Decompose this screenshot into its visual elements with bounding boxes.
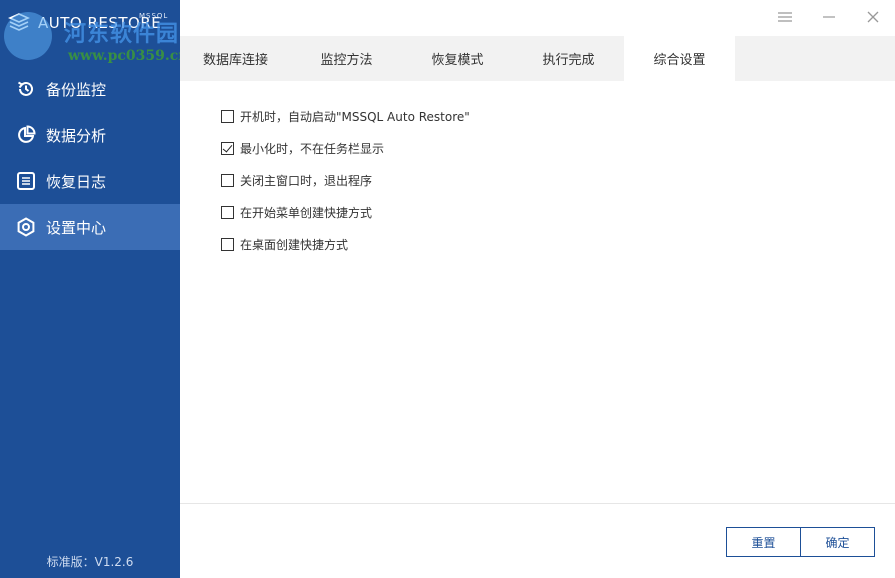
close-icon [867,11,879,23]
tab-db-connection[interactable]: 数据库连接 [180,36,291,81]
ok-button[interactable]: 确定 [800,527,875,557]
close-button[interactable] [851,0,895,34]
option-label: 在桌面创建快捷方式 [240,237,349,252]
tab-execution-complete[interactable]: 执行完成 [513,36,624,81]
app-logo: AUTO RESTORE MSSQL [8,8,167,38]
hide-taskbar-checkbox[interactable] [221,141,234,155]
option-autostart[interactable]: 开机时，自动启动"MSSQL Auto Restore" [221,107,470,125]
sidebar: AUTO RESTORE MSSQL 河东软件园 www.pc0359.cn 备… [0,0,188,578]
gear-icon [16,217,36,237]
option-desktop-shortcut[interactable]: 在桌面创建快捷方式 [221,235,348,253]
option-exit-on-close[interactable]: 关闭主窗口时，退出程序 [221,171,372,189]
exit-on-close-checkbox[interactable] [221,173,234,187]
tab-general-settings[interactable]: 综合设置 [624,36,735,81]
option-label: 开机时，自动启动"MSSQL Auto Restore" [240,109,470,124]
sidebar-nav: 备份监控 数据分析 恢复日志 设置中心 [0,66,180,250]
sidebar-item-data-analysis[interactable]: 数据分析 [0,112,180,158]
start-menu-shortcut-checkbox[interactable] [221,205,234,219]
settings-tabs: 数据库连接 监控方法 恢复模式 执行完成 综合设置 [180,36,895,81]
database-layers-icon [8,13,30,31]
option-label: 在开始菜单创建快捷方式 [240,205,373,220]
reset-button[interactable]: 重置 [726,527,801,557]
watermark-url: www.pc0359.cn [68,48,189,64]
sidebar-item-label: 备份监控 [46,80,107,99]
tab-monitor-method[interactable]: 监控方法 [291,36,402,81]
sidebar-item-label: 恢复日志 [46,172,107,191]
sidebar-item-settings[interactable]: 设置中心 [0,204,180,250]
app-subtitle: MSSQL [139,12,169,20]
menu-button[interactable] [763,0,807,34]
sidebar-item-restore-log[interactable]: 恢复日志 [0,158,180,204]
history-icon [16,79,36,99]
sidebar-item-backup-monitor[interactable]: 备份监控 [0,66,180,112]
option-hide-taskbar[interactable]: 最小化时，不在任务栏显示 [221,139,384,157]
list-icon [16,171,36,191]
version-label: 标准版：V1.2.6 [46,555,134,569]
pie-chart-icon [16,125,36,145]
tab-restore-mode[interactable]: 恢复模式 [402,36,513,81]
option-start-menu-shortcut[interactable]: 在开始菜单创建快捷方式 [221,203,372,221]
minimize-button[interactable] [807,0,851,34]
sidebar-item-label: 数据分析 [46,126,107,145]
desktop-shortcut-checkbox[interactable] [221,237,234,251]
hamburger-icon [778,12,792,22]
option-label: 关闭主窗口时，退出程序 [240,173,373,188]
sidebar-item-label: 设置中心 [46,218,107,237]
window-controls [763,0,895,34]
option-label: 最小化时，不在任务栏显示 [240,141,385,156]
autostart-checkbox[interactable] [221,109,234,123]
general-settings-panel: 开机时，自动启动"MSSQL Auto Restore" 最小化时，不在任务栏显… [180,81,895,503]
footer-bar: 重置 确定 [180,503,895,578]
minimize-icon [823,16,835,18]
